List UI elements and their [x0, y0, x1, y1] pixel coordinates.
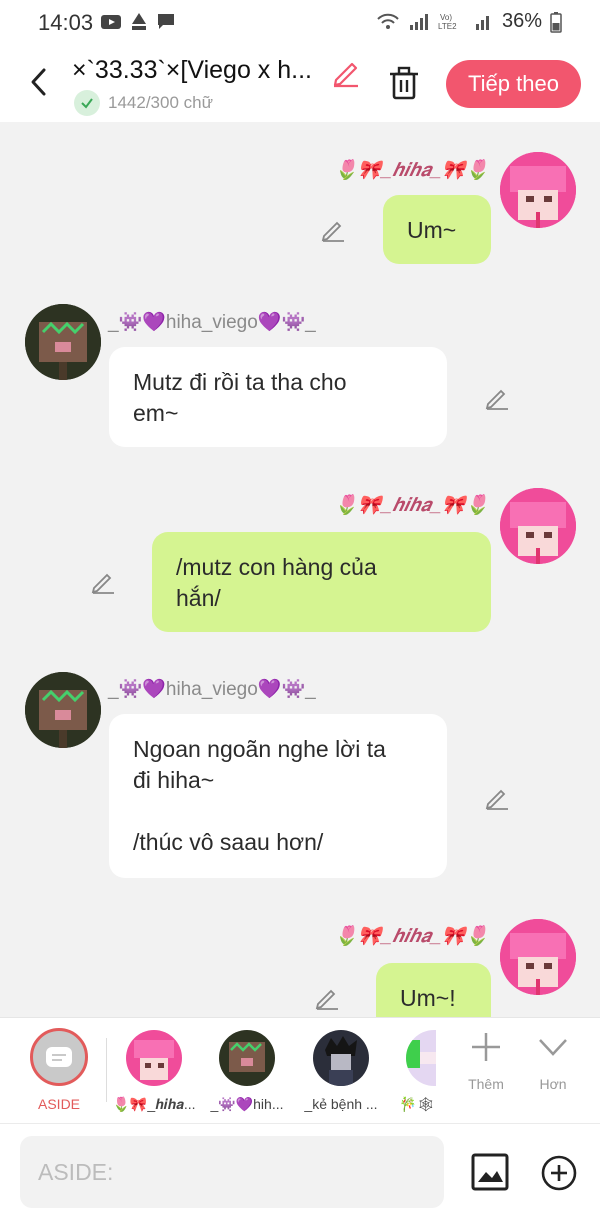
- avatar-hiha[interactable]: [500, 152, 576, 228]
- message-bubble[interactable]: Mutz đi rồi ta tha cho em~: [109, 347, 447, 447]
- input-bar: [0, 1123, 600, 1209]
- divider: [106, 1038, 107, 1102]
- character-label: 🌷🎀_𝒉𝒊𝒉𝒂...: [112, 1096, 196, 1112]
- sender-name: _👾💜hiha_viego💜👾_: [108, 679, 316, 700]
- back-arrow-icon[interactable]: [24, 64, 54, 100]
- app-header: ×`33.33`×[Viego x h... 1442/300 chữ Tiếp…: [0, 46, 600, 122]
- battery-icon: [550, 11, 562, 33]
- edit-title-icon[interactable]: [330, 56, 362, 88]
- image-icon[interactable]: [470, 1152, 510, 1192]
- character-bar: ASIDE 🌷🎀_𝒉𝒊𝒉𝒂... _👾💜hih... _kẻ bệnh ... …: [0, 1017, 600, 1123]
- add-character-button[interactable]: Thêm: [456, 1030, 516, 1120]
- more-label: Hơn: [539, 1076, 567, 1092]
- signal2-icon: [475, 15, 489, 30]
- more-button[interactable]: Hơn: [523, 1030, 583, 1120]
- word-count-row: 1442/300 chữ: [74, 90, 213, 116]
- trash-icon[interactable]: [386, 64, 422, 102]
- wifi-icon: [377, 13, 399, 29]
- note-icon: [46, 1047, 72, 1067]
- youtube-icon: [101, 15, 121, 29]
- avatar-viego[interactable]: [25, 672, 101, 748]
- character-ke-benh[interactable]: [313, 1030, 369, 1086]
- add-circle-icon[interactable]: [540, 1154, 578, 1192]
- word-count: 1442/300 chữ: [108, 93, 213, 112]
- aside-button[interactable]: [30, 1028, 88, 1086]
- aside-label: ASIDE: [38, 1096, 81, 1112]
- app-icon: [132, 13, 146, 30]
- character-partial[interactable]: [406, 1030, 436, 1086]
- character-label: _👾💜hih...: [210, 1096, 284, 1112]
- next-button[interactable]: Tiếp theo: [446, 60, 581, 108]
- avatar-hiha[interactable]: [500, 488, 576, 564]
- character-hiha[interactable]: [126, 1030, 182, 1086]
- character-viego[interactable]: [219, 1030, 275, 1086]
- plus-icon: [472, 1033, 500, 1061]
- avatar-viego[interactable]: [25, 304, 101, 380]
- edit-message-icon[interactable]: [484, 784, 510, 810]
- status-right: Vo) LTE2 36%: [376, 10, 562, 33]
- volte-icon: Vo)LTE2: [438, 13, 457, 31]
- status-time: 14:03: [38, 10, 94, 35]
- message-bubble[interactable]: Ngoan ngoãn nghe lời ta đi hiha~ /thúc v…: [109, 714, 447, 878]
- avatar-hiha[interactable]: [500, 919, 576, 995]
- status-bar: 14:03 Vo) LTE2 36%: [0, 0, 600, 46]
- character-label: _kẻ bệnh ...: [304, 1096, 378, 1112]
- check-icon: [74, 90, 100, 116]
- edit-message-icon[interactable]: [90, 568, 116, 594]
- edit-message-icon[interactable]: [320, 216, 346, 242]
- message-input[interactable]: [20, 1136, 444, 1208]
- svg-text:Vo): Vo): [440, 13, 452, 22]
- signal-icon: [409, 13, 428, 30]
- svg-text:LTE2: LTE2: [438, 22, 457, 31]
- sender-name: 🌷🎀_𝒉𝒊𝒉𝒂_🎀🌷: [334, 160, 489, 181]
- add-label: Thêm: [468, 1076, 504, 1092]
- chevron-down-icon: [539, 1039, 567, 1056]
- story-title[interactable]: ×`33.33`×[Viego x h...: [72, 56, 312, 85]
- edit-message-icon[interactable]: [484, 384, 510, 410]
- notification-icons: [100, 12, 176, 32]
- sender-name: _👾💜hiha_viego💜👾_: [108, 312, 316, 333]
- message-icon: [158, 14, 174, 29]
- character-label: 🎋🕸: [399, 1096, 435, 1112]
- battery-percent: 36%: [501, 10, 542, 32]
- sender-name: 🌷🎀_𝒉𝒊𝒉𝒂_🎀🌷: [334, 495, 489, 516]
- message-bubble[interactable]: Um~: [383, 195, 491, 264]
- message-bubble[interactable]: /mutz con hàng của hắn/: [152, 532, 491, 632]
- edit-message-icon[interactable]: [314, 984, 340, 1010]
- sender-name: 🌷🎀_𝒉𝒊𝒉𝒂_🎀🌷: [334, 926, 489, 947]
